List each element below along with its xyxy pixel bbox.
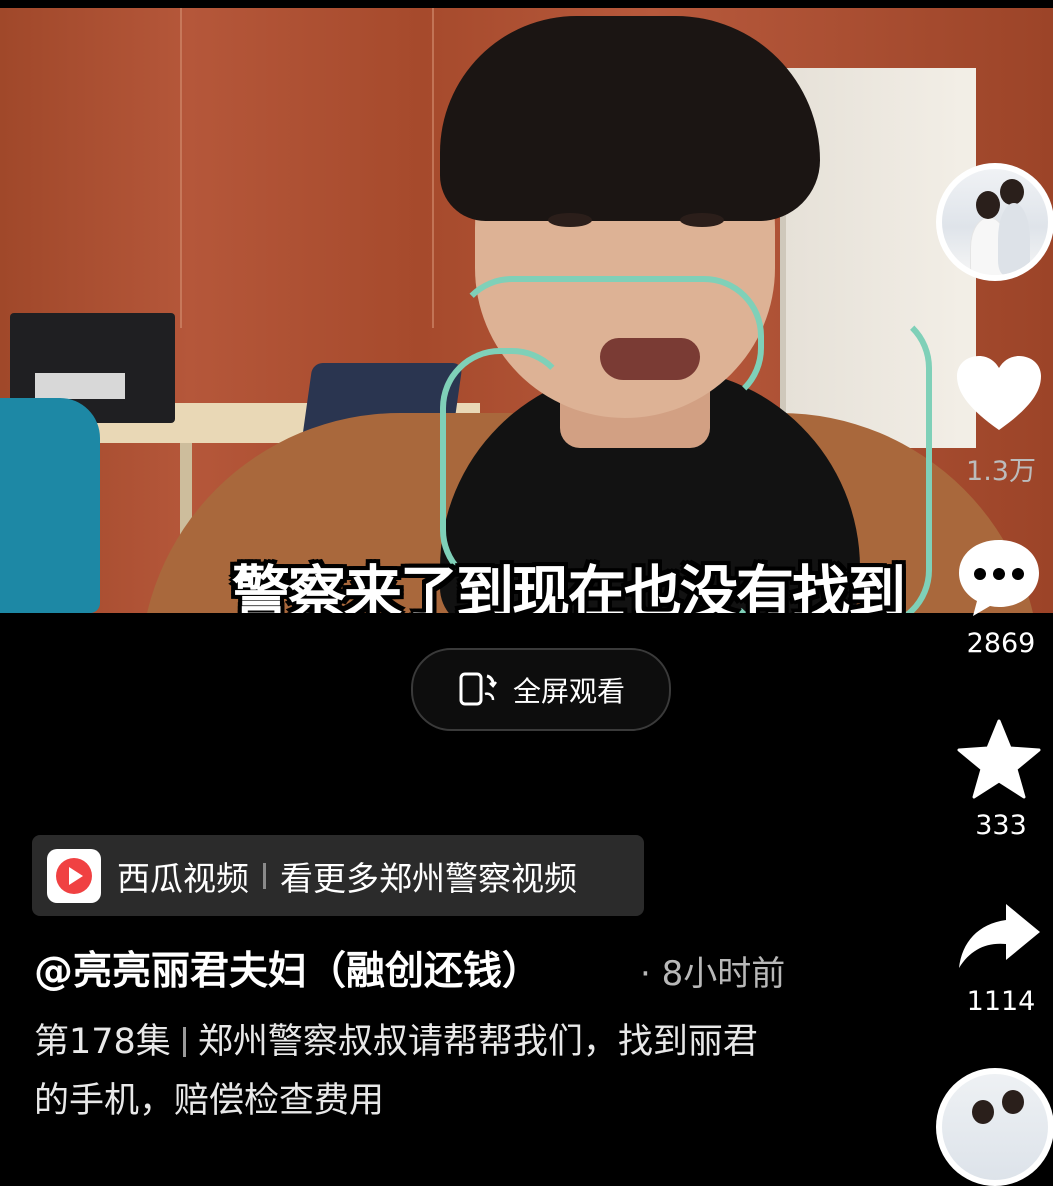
favorite-button[interactable] — [956, 718, 1042, 804]
creator-avatar[interactable] — [936, 163, 1053, 281]
video-player[interactable]: 警察来了到现在也没有找到 — [0, 8, 1053, 613]
share-button[interactable] — [956, 900, 1042, 976]
share-arrow-icon — [956, 900, 1042, 976]
comment-bubble-icon — [956, 536, 1042, 624]
like-count: 1.3万 — [966, 456, 1036, 487]
favorite-count: 333 — [975, 810, 1027, 841]
caption-divider — [182, 1027, 186, 1057]
person-eye — [680, 213, 724, 227]
source-app-name: 西瓜视频 — [117, 858, 249, 898]
source-link-pill[interactable]: 西瓜视频 看更多郑州警察视频 — [32, 835, 644, 916]
music-disc-avatar[interactable] — [936, 1068, 1053, 1186]
like-button[interactable] — [955, 354, 1043, 438]
source-divider — [263, 862, 266, 889]
xigua-video-logo — [47, 848, 101, 903]
person-eye — [548, 213, 592, 227]
rotate-phone-icon — [457, 668, 499, 712]
fullscreen-label: 全屏观看 — [512, 674, 625, 708]
wall-panel-line — [432, 8, 434, 328]
caption-line-1: 郑州警察叔叔请帮帮我们，找到丽君 — [197, 1022, 758, 1062]
author-name[interactable]: @亮亮丽君夫妇（融创还钱） — [34, 940, 541, 996]
post-caption[interactable]: 第178集 郑州警察叔叔请帮帮我们，找到丽君 的手机，赔偿检查费用 — [34, 1013, 854, 1131]
caption-line-2: 的手机，赔偿检查费用 — [34, 1081, 385, 1121]
comment-count: 2869 — [966, 628, 1036, 659]
episode-label: 第178集 — [34, 1022, 171, 1062]
share-count: 1114 — [966, 986, 1036, 1017]
person-hair — [440, 16, 820, 221]
fullscreen-button[interactable]: 全屏观看 — [411, 648, 671, 731]
wall-panel-line — [180, 8, 182, 328]
star-icon — [956, 718, 1042, 804]
video-subtitle: 警察来了到现在也没有找到 — [232, 559, 906, 613]
source-link-text: 看更多郑州警察视频 — [280, 858, 577, 898]
background-blue-object — [0, 398, 100, 613]
comment-button[interactable] — [956, 536, 1042, 624]
heart-icon — [955, 354, 1043, 438]
post-time: · 8小时前 — [640, 954, 786, 994]
